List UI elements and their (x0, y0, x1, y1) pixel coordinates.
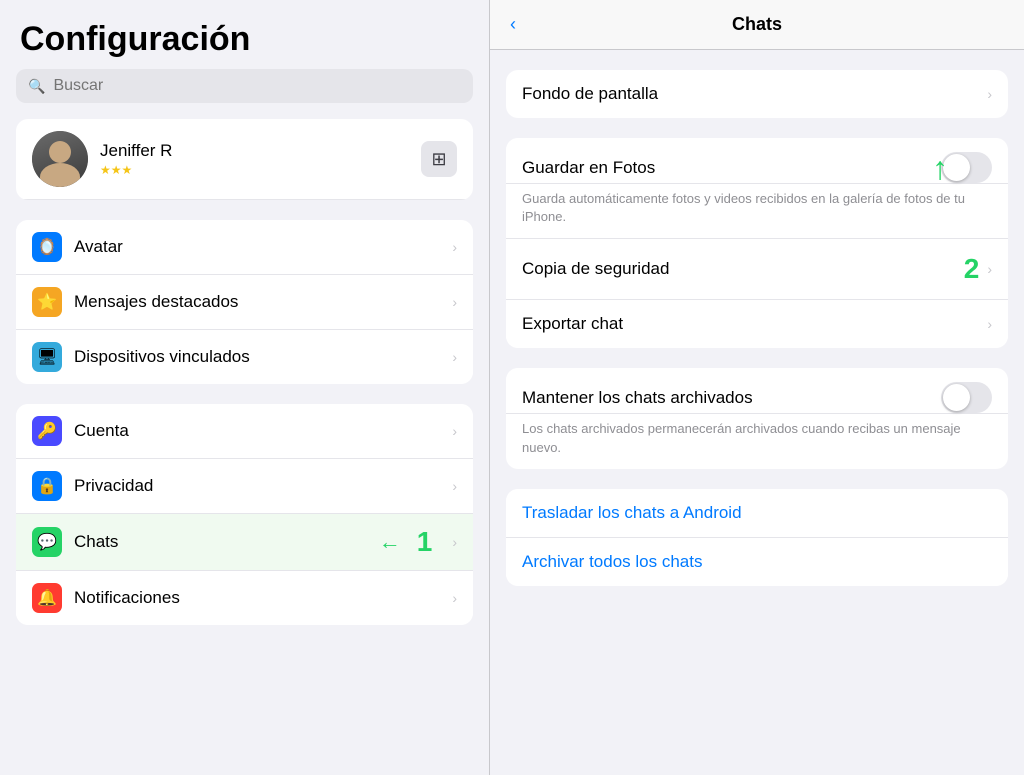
menu-group-2: 🔑 Cuenta › 🔒 Privacidad › 💬 Chats ← 1 › … (16, 404, 473, 625)
profile-name: Jeniffer R (100, 141, 409, 161)
search-input[interactable] (53, 77, 461, 95)
menu-label-avatar: Avatar (74, 237, 440, 257)
search-bar[interactable]: 🔍 (16, 69, 473, 103)
right-section-3: Mantener los chats archivados Los chats … (506, 368, 1008, 468)
guardar-sub-text: Guarda automáticamente fotos y videos re… (506, 184, 1008, 238)
mantener-toggle[interactable] (941, 382, 992, 413)
notificaciones-icon: 🔔 (32, 583, 62, 613)
archivar-item[interactable]: Archivar todos los chats (506, 538, 1008, 586)
right-panel: ‹ Chats Fondo de pantalla › Guardar en F… (490, 0, 1024, 775)
copia-item[interactable]: Copia de seguridad 2 › (506, 238, 1008, 300)
right-section-4: Trasladar los chats a Android Archivar t… (506, 489, 1008, 586)
sidebar-item-dispositivos[interactable]: 🖥 Dispositivos vinculados › (16, 330, 473, 384)
menu-label-chats: Chats (74, 532, 367, 552)
chevron-icon-mensajes: › (452, 294, 457, 310)
back-button[interactable]: ‹ (510, 14, 516, 35)
mantener-item[interactable]: Mantener los chats archivados (506, 368, 1008, 414)
menu-label-dispositivos: Dispositivos vinculados (74, 347, 440, 367)
back-icon: ‹ (510, 14, 516, 35)
left-panel: Configuración 🔍 Jeniffer R ★★★ ⊞ 🪞 Avata… (0, 0, 490, 775)
menu-label-cuenta: Cuenta (74, 421, 440, 441)
chats-icon: 💬 (32, 527, 62, 557)
exportar-item[interactable]: Exportar chat › (506, 300, 1008, 348)
menu-label-privacidad: Privacidad (74, 476, 440, 496)
copia-label: Copia de seguridad (522, 259, 964, 279)
archivar-label: Archivar todos los chats (522, 552, 992, 572)
guardar-label: Guardar en Fotos (522, 158, 941, 178)
chevron-icon-cuenta: › (452, 423, 457, 439)
chevron-icon-chats: › (452, 534, 457, 550)
exportar-label: Exportar chat (522, 314, 987, 334)
search-icon: 🔍 (28, 78, 45, 95)
right-header-title: Chats (732, 14, 782, 35)
privacidad-icon: 🔒 (32, 471, 62, 501)
menu-group-1: 🪞 Avatar › ⭐ Mensajes destacados › 🖥 Dis… (16, 220, 473, 384)
right-section-2: Guardar en Fotos Guarda automáticamente … (506, 138, 1008, 348)
profile-row[interactable]: Jeniffer R ★★★ ⊞ (16, 119, 473, 200)
profile-stars: ★★★ (100, 163, 409, 177)
menu-label-mensajes: Mensajes destacados (74, 292, 440, 312)
fondo-item[interactable]: Fondo de pantalla › (506, 70, 1008, 118)
profile-info: Jeniffer R ★★★ (100, 141, 409, 177)
avatar (32, 131, 88, 187)
annotation-arrow-up: ↑ (932, 152, 948, 184)
cuenta-icon: 🔑 (32, 416, 62, 446)
chevron-icon-notificaciones: › (452, 590, 457, 606)
profile-section: Jeniffer R ★★★ ⊞ (16, 119, 473, 200)
trasladar-label: Trasladar los chats a Android (522, 503, 992, 523)
sidebar-item-avatar[interactable]: 🪞 Avatar › (16, 220, 473, 275)
guardar-toggle[interactable] (941, 152, 992, 183)
right-section-1: Fondo de pantalla › (506, 70, 1008, 118)
sidebar-item-notificaciones[interactable]: 🔔 Notificaciones › (16, 571, 473, 625)
menu-label-notificaciones: Notificaciones (74, 588, 440, 608)
right-header: ‹ Chats (490, 0, 1024, 50)
fondo-chevron: › (987, 86, 992, 102)
avatar-icon: 🪞 (32, 232, 62, 262)
sidebar-item-cuenta[interactable]: 🔑 Cuenta › (16, 404, 473, 459)
chevron-icon-privacidad: › (452, 478, 457, 494)
annotation-arrow-up-container: ↑ (932, 152, 948, 184)
annotation-arrow-left: ← (379, 529, 401, 555)
qr-icon: ⊞ (431, 149, 446, 170)
sidebar-item-mensajes[interactable]: ⭐ Mensajes destacados › (16, 275, 473, 330)
qr-button[interactable]: ⊞ (421, 141, 457, 177)
chevron-icon-dispositivos: › (452, 349, 457, 365)
mensajes-icon: ⭐ (32, 287, 62, 317)
sidebar-item-privacidad[interactable]: 🔒 Privacidad › (16, 459, 473, 514)
chevron-icon-avatar: › (452, 239, 457, 255)
page-title: Configuración (0, 0, 489, 69)
copia-chevron: › (987, 261, 992, 277)
dispositivos-icon: 🖥 (32, 342, 62, 372)
fondo-label: Fondo de pantalla (522, 84, 987, 104)
annotation-number-1: 1 (417, 526, 433, 558)
trasladar-item[interactable]: Trasladar los chats a Android (506, 489, 1008, 538)
mantener-label: Mantener los chats archivados (522, 388, 941, 408)
annotation-number-2: 2 (964, 253, 980, 285)
exportar-chevron: › (987, 316, 992, 332)
mantener-sub-text: Los chats archivados permanecerán archiv… (506, 414, 1008, 468)
sidebar-item-chats[interactable]: 💬 Chats ← 1 › (16, 514, 473, 571)
